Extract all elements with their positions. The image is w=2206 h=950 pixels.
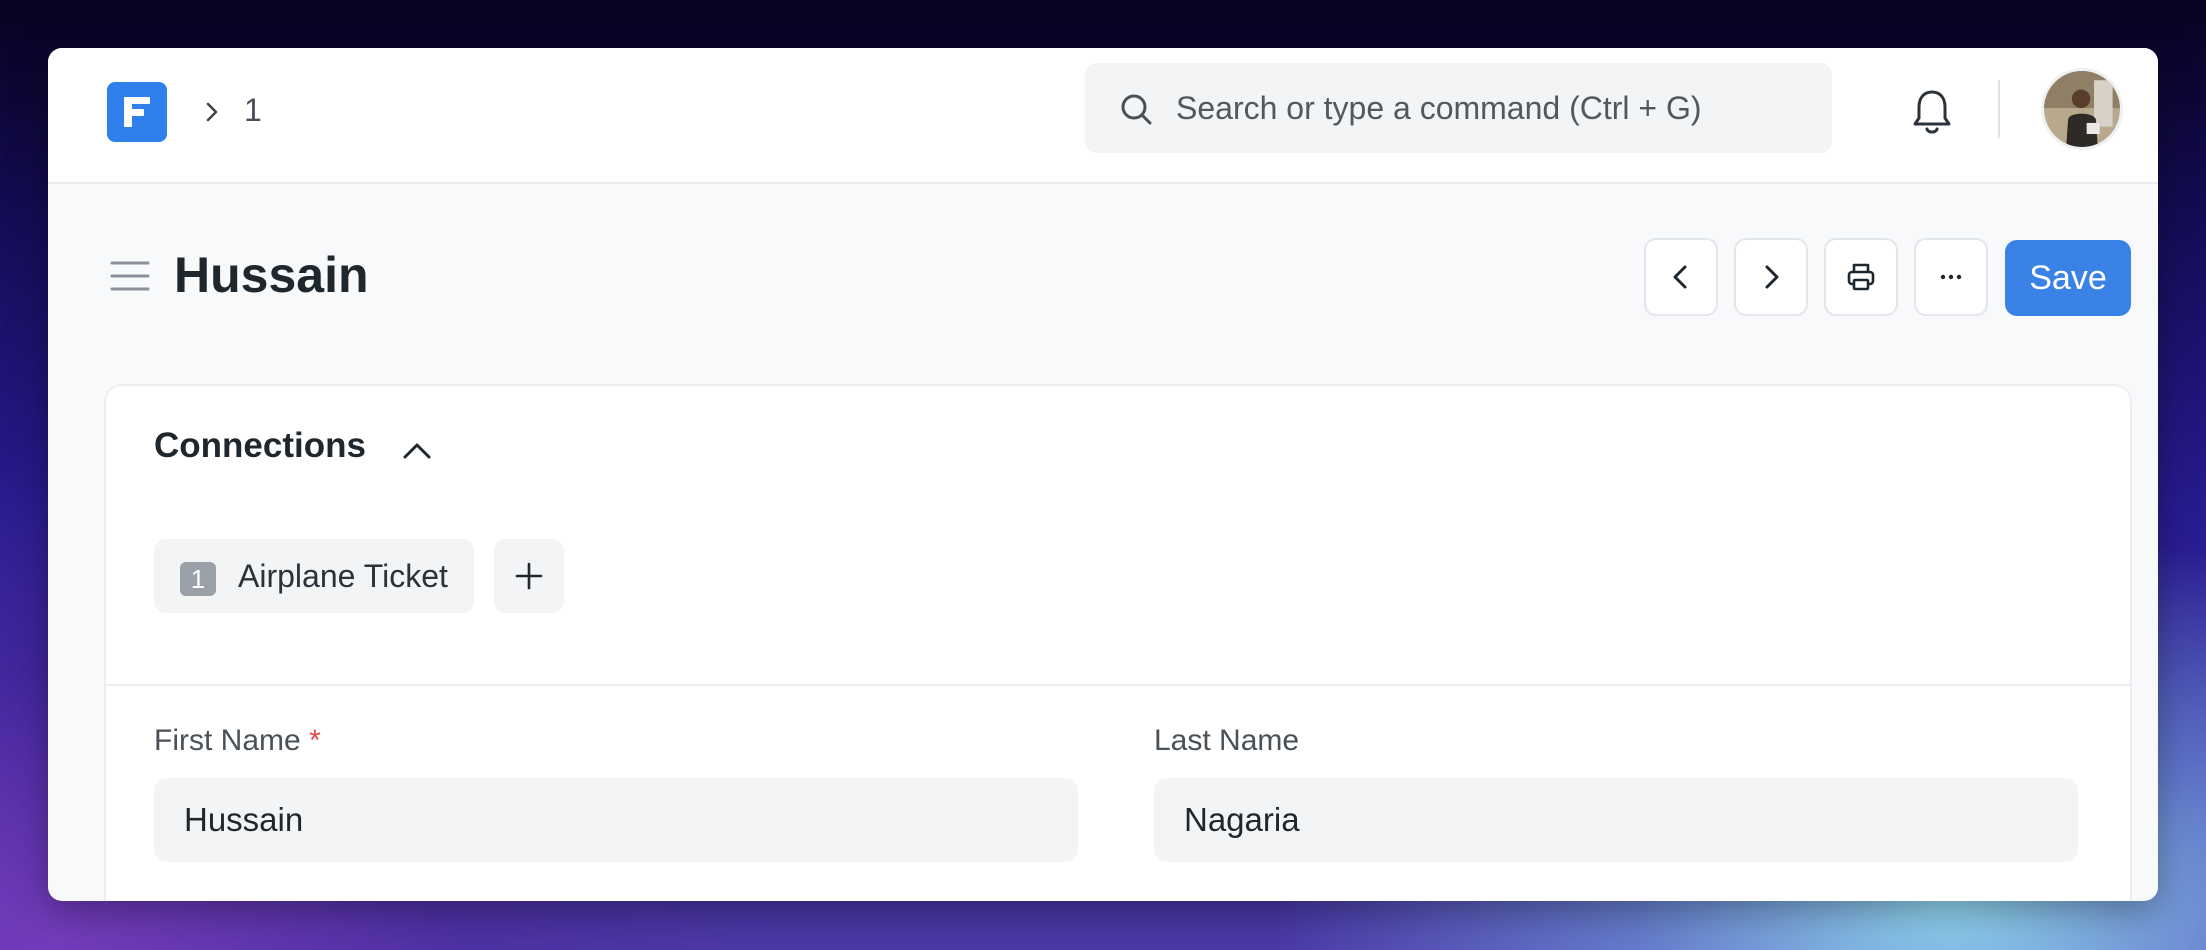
- connection-label[interactable]: Airplane Ticket: [238, 558, 448, 595]
- last-name-field[interactable]: [1154, 778, 2078, 862]
- app-window: 1 Search or type a command (Ctrl + G) Hu…: [48, 48, 2158, 901]
- printer-icon: [1847, 263, 1875, 291]
- first-name-label: First Name *: [154, 724, 321, 758]
- first-name-label-text: First Name: [154, 724, 301, 757]
- ellipsis-icon: [1940, 274, 1962, 280]
- frappe-logo-icon: [124, 97, 150, 127]
- search-input[interactable]: Search or type a command (Ctrl + G): [1176, 90, 1702, 127]
- sidebar-toggle-icon[interactable]: [110, 259, 150, 293]
- chevron-left-icon: [1673, 265, 1687, 289]
- next-doc-button[interactable]: [1734, 238, 1808, 316]
- plus-icon: [515, 562, 543, 590]
- bell-icon[interactable]: [1910, 88, 1954, 136]
- breadcrumb[interactable]: 1: [244, 92, 262, 129]
- search-icon: [1121, 94, 1152, 125]
- add-connection-button[interactable]: [494, 539, 564, 613]
- required-mark: *: [309, 724, 321, 757]
- connections-title[interactable]: Connections: [154, 426, 366, 466]
- previous-doc-button[interactable]: [1644, 238, 1718, 316]
- page-title: Hussain: [174, 247, 369, 303]
- breadcrumb-chevron-icon: [206, 102, 218, 122]
- chevron-up-icon[interactable]: [400, 434, 434, 468]
- user-avatar[interactable]: [2041, 68, 2123, 150]
- print-button[interactable]: [1824, 238, 1898, 316]
- navbar-divider: [1998, 80, 2000, 138]
- chevron-right-icon: [1765, 265, 1779, 289]
- section-divider: [104, 684, 2132, 686]
- connection-count-badge: 1: [180, 562, 216, 596]
- save-button[interactable]: Save: [2005, 240, 2131, 316]
- more-actions-button[interactable]: [1914, 238, 1988, 316]
- app-logo[interactable]: [107, 82, 167, 142]
- avatar-photo: [2044, 71, 2120, 147]
- first-name-field[interactable]: [154, 778, 1078, 862]
- last-name-label: Last Name: [1154, 724, 1300, 757]
